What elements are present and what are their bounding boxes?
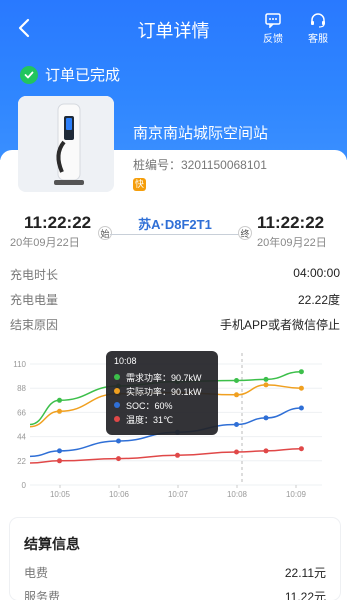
end-time: 11:22:22 (257, 213, 325, 232)
service-label: 客服 (308, 34, 328, 45)
detail-energy: 充电电量 22.22度 (10, 291, 340, 309)
detail-duration: 充电时长 04:00:00 (10, 266, 340, 284)
data-point (57, 408, 62, 414)
data-point (234, 422, 239, 427)
legend-dot (114, 416, 120, 422)
legend-dot (114, 402, 120, 408)
station-name[interactable]: 南京南站城际空间站 (133, 122, 268, 143)
headset-icon (311, 13, 325, 28)
detail-label: 充电时长 (10, 268, 59, 282)
x-tick-label: 10:07 (168, 490, 189, 499)
x-tick-label: 10:09 (286, 490, 307, 499)
y-tick-label: 0 (22, 481, 27, 490)
data-point (298, 385, 304, 391)
charger-image (18, 96, 114, 192)
order-status-text: 订单已完成 (45, 67, 121, 84)
y-tick-label: 22 (17, 457, 26, 466)
data-point (298, 405, 304, 411)
feedback-button[interactable]: 反馈 (255, 12, 291, 45)
tooltip-label: 温度：31℃ (126, 414, 174, 425)
data-point (298, 446, 304, 452)
data-point (298, 369, 304, 375)
settlement-row-electricity: 电费 22.11元 (24, 564, 326, 582)
tooltip-row: 温度：31℃ (114, 412, 210, 426)
data-point (263, 415, 269, 421)
tooltip-label: 需求功率：90.7kW (126, 372, 202, 383)
start-date: 20年09月22日 (10, 237, 80, 249)
tooltip-row: 需求功率：90.7kW (114, 370, 210, 384)
tooltip-label: 实际功率：90.1kW (126, 386, 202, 397)
x-tick-label: 10:06 (109, 490, 130, 499)
y-tick-label: 110 (13, 360, 26, 369)
data-point (263, 448, 269, 454)
service-button[interactable]: 客服 (300, 12, 336, 45)
y-tick-label: 66 (17, 408, 26, 417)
settlement-title: 结算信息 (24, 536, 80, 552)
tooltip-time: 10:08 (114, 356, 137, 366)
session-divider (110, 234, 240, 235)
data-point (263, 382, 269, 388)
settlement-card: 结算信息 电费 22.11元 服务费 11.22元 (10, 518, 340, 600)
data-point (263, 376, 269, 382)
detail-value: 手机APP或者微信停止 (219, 318, 340, 332)
data-point (116, 438, 121, 444)
data-point (234, 392, 239, 398)
fast-charge-badge: 快 (133, 178, 146, 191)
x-tick-label: 10:08 (227, 490, 248, 499)
data-point (57, 448, 62, 454)
tooltip-row: SOC：60% (114, 398, 210, 412)
start-time: 11:22:22 (24, 213, 92, 232)
pile-number: 桩编号：3201150068101 (133, 158, 267, 172)
start-tag: 始 (98, 226, 112, 240)
settlement-label: 电费 (24, 566, 49, 580)
end-date: 20年09月22日 (257, 237, 327, 249)
settlement-label: 服务费 (24, 590, 61, 600)
detail-value: 04:00:00 (293, 266, 340, 280)
data-point (234, 378, 239, 383)
data-point (57, 397, 62, 403)
check-circle-icon (20, 65, 38, 84)
detail-value: 22.22度 (297, 293, 340, 307)
settlement-row-service: 服务费 11.22元 (24, 588, 326, 600)
tooltip-label: SOC：60% (126, 400, 173, 411)
detail-label: 结束原因 (10, 318, 59, 332)
detail-label: 充电电量 (10, 293, 59, 307)
data-point (57, 458, 62, 464)
legend-dot (114, 374, 120, 380)
tooltip-row: 实际功率：90.1kW (114, 384, 210, 398)
data-point (234, 449, 239, 455)
chart-tooltip: 10:08 需求功率：90.7kW 实际功率：90.1kW SOC：60% 温度… (106, 351, 218, 435)
charging-session: 11:22:22 20年09月22日 始 苏A·D8F2T1 终 11:22:2… (0, 208, 347, 254)
message-icon (265, 13, 281, 28)
page-title: 订单详情 (137, 21, 210, 41)
settlement-value: 22.11元 (284, 566, 326, 580)
license-plate: 苏A·D8F2T1 (138, 217, 212, 232)
end-tag: 终 (238, 226, 252, 240)
order-status: 订单已完成 (20, 64, 120, 85)
top-bar: 订单详情 反馈 客服 (0, 0, 347, 56)
settlement-value: 11.22元 (284, 590, 326, 600)
y-tick-label: 44 (17, 433, 26, 442)
legend-dot (114, 388, 120, 394)
data-point (116, 456, 121, 462)
y-tick-label: 88 (17, 384, 26, 393)
detail-end-reason: 结束原因 手机APP或者微信停止 (10, 316, 340, 334)
data-point (175, 452, 180, 458)
feedback-label: 反馈 (263, 34, 283, 45)
x-tick-label: 10:05 (50, 490, 71, 499)
